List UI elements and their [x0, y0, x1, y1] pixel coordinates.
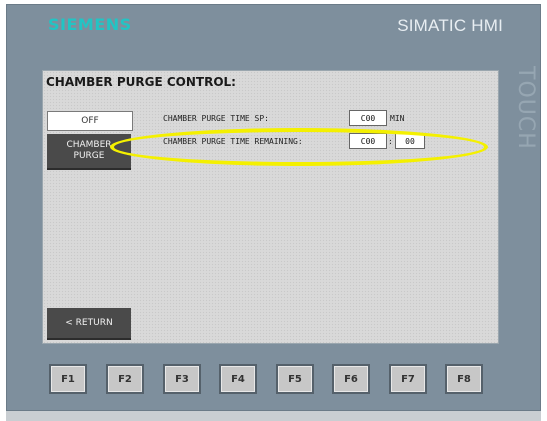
- highlight-ellipse: [110, 128, 488, 166]
- f2-key[interactable]: F2: [106, 364, 144, 394]
- page-title: CHAMBER PURGE CONTROL:: [46, 75, 236, 89]
- model-name: SIMATIC HMI: [397, 16, 503, 35]
- f5-key[interactable]: F5: [276, 364, 314, 394]
- touch-label: TOUCH: [513, 66, 538, 150]
- f3-key[interactable]: F3: [163, 364, 201, 394]
- off-button[interactable]: OFF: [47, 111, 133, 131]
- hmi-screen: CHAMBER PURGE CONTROL: OFF CHAMBER PURGE…: [42, 70, 499, 344]
- purge-time-sp-input[interactable]: C00: [349, 110, 387, 126]
- purge-time-sp-unit: MIN: [390, 114, 405, 123]
- f6-key[interactable]: F6: [332, 364, 370, 394]
- f1-key[interactable]: F1: [49, 364, 87, 394]
- f7-key[interactable]: F7: [389, 364, 427, 394]
- return-button[interactable]: < RETURN: [47, 308, 131, 340]
- device-bottom-edge: [6, 411, 541, 421]
- brand-logo: SIEMENS: [48, 15, 132, 34]
- purge-time-sp-label: CHAMBER PURGE TIME SP:: [163, 114, 269, 123]
- chamber-purge-label-line1: CHAMBER: [66, 140, 112, 150]
- chamber-purge-label-line2: PURGE: [73, 151, 105, 161]
- f8-key[interactable]: F8: [445, 364, 483, 394]
- f4-key[interactable]: F4: [219, 364, 257, 394]
